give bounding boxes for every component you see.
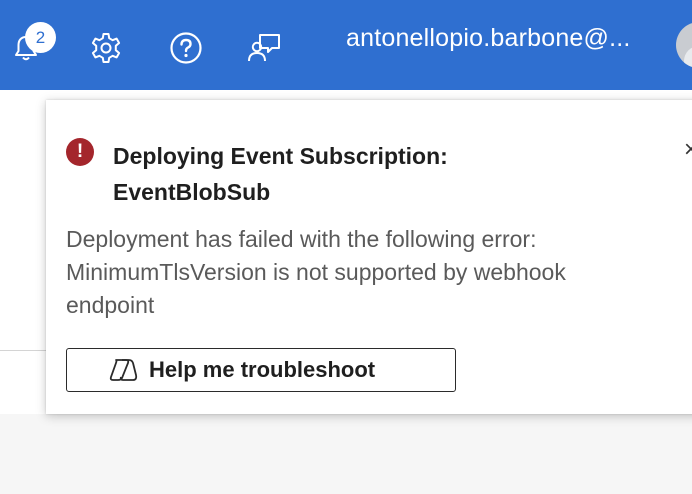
background-divider	[0, 350, 46, 351]
notification-title-line2: EventBlobSub	[113, 179, 271, 205]
question-icon	[170, 32, 202, 64]
help-button[interactable]	[166, 28, 206, 68]
notification-title-line1: Deploying Event Subscription:	[113, 143, 448, 169]
close-icon[interactable]: ×	[684, 136, 692, 164]
user-avatar[interactable]	[676, 22, 692, 68]
user-account-email[interactable]: antonellopio.barbone@...	[346, 24, 631, 53]
feedback-button[interactable]	[244, 28, 284, 68]
avatar-silhouette	[684, 46, 692, 68]
notification-message: Deployment has failed with the following…	[66, 223, 666, 322]
notification-title: Deploying Event Subscription: EventBlobS…	[113, 138, 673, 210]
notification-count-badge: 2	[25, 22, 56, 53]
gear-icon	[91, 33, 121, 63]
help-button-label: Help me troubleshoot	[149, 357, 376, 382]
notification-toast: ! Deploying Event Subscription: EventBlo…	[46, 100, 692, 414]
help-me-troubleshoot-button[interactable]: Help me troubleshoot	[66, 348, 456, 392]
notification-message-line3: endpoint	[66, 292, 155, 318]
error-icon: !	[66, 138, 94, 166]
settings-button[interactable]	[86, 28, 126, 68]
top-bar: 2 antonellopio.barbone@...	[0, 0, 692, 90]
feedback-icon	[248, 34, 280, 62]
background-lower-panel	[0, 414, 692, 494]
notification-message-line1: Deployment has failed with the following…	[66, 226, 537, 252]
notification-message-line2: MinimumTlsVersion is not supported by we…	[66, 259, 566, 285]
copilot-icon	[109, 359, 138, 381]
